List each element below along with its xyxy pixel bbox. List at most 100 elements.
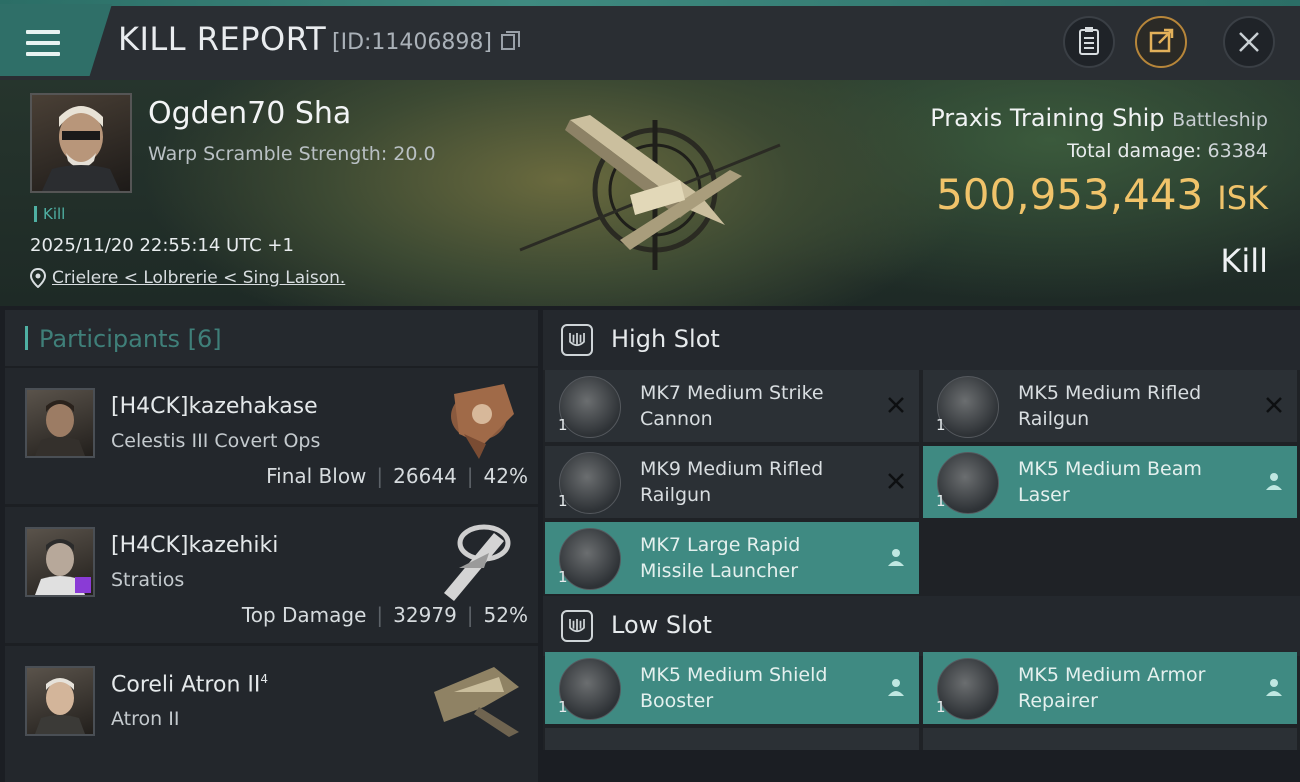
total-damage-label: Total damage: <box>1067 140 1202 162</box>
high-slot-header: High Slot <box>543 310 1300 370</box>
participant-stats: Final Blow | 26644 | 42% <box>266 464 528 488</box>
participant-name: [H4CK]kazehiki <box>111 533 279 558</box>
kill-result: Kill <box>1220 242 1268 280</box>
copy-icon[interactable] <box>501 31 520 50</box>
module-name: MK9 Medium Rifled Railgun <box>640 458 824 506</box>
header-accent-bar <box>25 326 28 350</box>
clipboard-icon <box>1079 27 1099 55</box>
module-item[interactable]: 1 MK9 Medium Rifled Railgun <box>545 446 919 518</box>
person-icon <box>1266 679 1282 696</box>
menu-button[interactable] <box>0 4 112 76</box>
victim-portrait[interactable] <box>30 93 132 193</box>
victim-ship-image <box>519 115 781 270</box>
high-slot-label: High Slot <box>611 325 720 353</box>
participant-ship-image <box>451 384 514 459</box>
module-quantity: 1 <box>936 492 946 510</box>
module-quantity: 1 <box>558 416 568 434</box>
module-quantity: 1 <box>936 416 946 434</box>
participant-row[interactable]: [H4CK]kazehakase Celestis III Covert Ops… <box>5 368 538 504</box>
participant-avatar <box>25 388 95 458</box>
participant-role: Top Damage <box>241 603 367 627</box>
participant-ship: Stratios <box>111 569 185 591</box>
slot-shield-icon <box>561 324 593 356</box>
participant-avatar <box>25 527 95 597</box>
module-name: MK7 Large Rapid Missile Launcher <box>640 534 801 582</box>
module-item[interactable]: 1 MK7 Medium Strike Cannon <box>545 370 919 442</box>
module-icon <box>937 452 999 514</box>
module-item[interactable]: 1 MK7 Large Rapid Missile Launcher <box>545 522 919 594</box>
participants-count: [6] <box>187 325 222 353</box>
kill-location-link[interactable]: Crielere < Lolbrerie < Sing Laison. <box>52 268 345 288</box>
person-icon <box>1266 473 1282 490</box>
participant-role: Final Blow <box>266 464 367 488</box>
share-button[interactable] <box>1135 16 1187 68</box>
purple-badge-icon <box>75 577 91 593</box>
module-name: MK7 Medium Strike Cannon <box>640 382 824 430</box>
module-name: MK5 Medium Beam Laser <box>1018 458 1202 506</box>
close-icon <box>1239 32 1259 52</box>
close-button[interactable] <box>1223 16 1275 68</box>
x-icon <box>888 473 904 489</box>
victim-ship-name: Praxis Training Ship Battleship <box>930 104 1268 132</box>
warp-scramble-strength: Warp Scramble Strength: 20.0 <box>148 143 436 165</box>
slot-shield-icon <box>561 610 593 642</box>
participant-damage: 26644 <box>393 464 457 488</box>
module-icon <box>559 376 621 438</box>
module-icon <box>937 658 999 720</box>
participant-row[interactable]: [H4CK]kazehiki Stratios Top Damage | 32979… <box>5 507 538 643</box>
module-item[interactable]: 1 MK5 Medium Rifled Railgun <box>923 370 1297 442</box>
isk-unit: ISK <box>1217 179 1268 217</box>
share-icon <box>1149 28 1174 53</box>
isk-amount: 500,953,443 <box>936 170 1204 219</box>
x-icon <box>888 397 904 413</box>
module-name: MK5 Medium Shield Booster <box>640 664 828 712</box>
low-slot-header: Low Slot <box>543 596 1300 656</box>
module-icon <box>937 376 999 438</box>
participant-stats: Top Damage | 32979 | 52% <box>241 603 528 627</box>
page-title: KILL REPORT <box>118 20 327 58</box>
participants-title: Participants [6] <box>39 325 222 353</box>
participant-name-text: Coreli Atron II <box>111 672 261 698</box>
module-quantity: 1 <box>558 492 568 510</box>
person-icon <box>888 679 904 696</box>
module-quantity: 1 <box>558 698 568 716</box>
menu-icon <box>26 30 60 56</box>
top-accent-line <box>0 0 1300 6</box>
participant-name: Coreli Atron II4 <box>111 672 268 697</box>
module-item-partial[interactable] <box>923 728 1297 750</box>
participant-name-superscript: 4 <box>260 672 268 686</box>
participant-percent: 52% <box>483 603 528 627</box>
kill-timestamp: 2025/11/20 22:55:14 UTC +1 <box>30 235 294 256</box>
fitting-panel: High Slot 1 MK7 Medium Strike Cannon 1 M… <box>543 310 1300 750</box>
module-item[interactable]: 1 MK5 Medium Beam Laser <box>923 446 1297 518</box>
participant-row[interactable]: Coreli Atron II4 Atron II <box>5 646 538 782</box>
participant-ship: Atron II <box>111 708 180 730</box>
participant-ship: Celestis III Covert Ops <box>111 430 321 452</box>
module-item[interactable]: 1 MK5 Medium Shield Booster <box>545 652 919 724</box>
ship-type: Praxis Training Ship <box>930 104 1165 132</box>
participants-label: Participants <box>39 325 180 353</box>
report-id: [ID:11406898] <box>332 30 492 55</box>
participant-name: [H4CK]kazehakase <box>111 394 318 419</box>
victim-name: Ogden70 Sha <box>148 96 352 131</box>
ship-class: Battleship <box>1172 109 1268 131</box>
module-item[interactable]: 1 MK5 Medium Armor Repairer <box>923 652 1297 724</box>
module-icon <box>559 452 621 514</box>
module-name: MK5 Medium Armor Repairer <box>1018 664 1206 712</box>
person-icon <box>888 549 904 566</box>
location-pin-icon <box>30 268 46 288</box>
module-quantity: 1 <box>936 698 946 716</box>
participant-ship-image <box>444 524 511 601</box>
participant-avatar <box>25 666 95 736</box>
module-quantity: 1 <box>558 568 568 586</box>
kill-tag: Kill <box>34 206 65 222</box>
total-damage-value: 63384 <box>1207 140 1268 162</box>
x-icon <box>1266 397 1282 413</box>
isk-value: 500,953,443 ISK <box>936 170 1268 219</box>
participant-percent: 42% <box>483 464 528 488</box>
participants-header[interactable]: Participants [6] <box>5 310 538 366</box>
module-item-partial[interactable] <box>545 728 919 750</box>
clipboard-button[interactable] <box>1063 16 1115 68</box>
module-name: MK5 Medium Rifled Railgun <box>1018 382 1202 430</box>
participant-ship-image <box>434 667 519 737</box>
